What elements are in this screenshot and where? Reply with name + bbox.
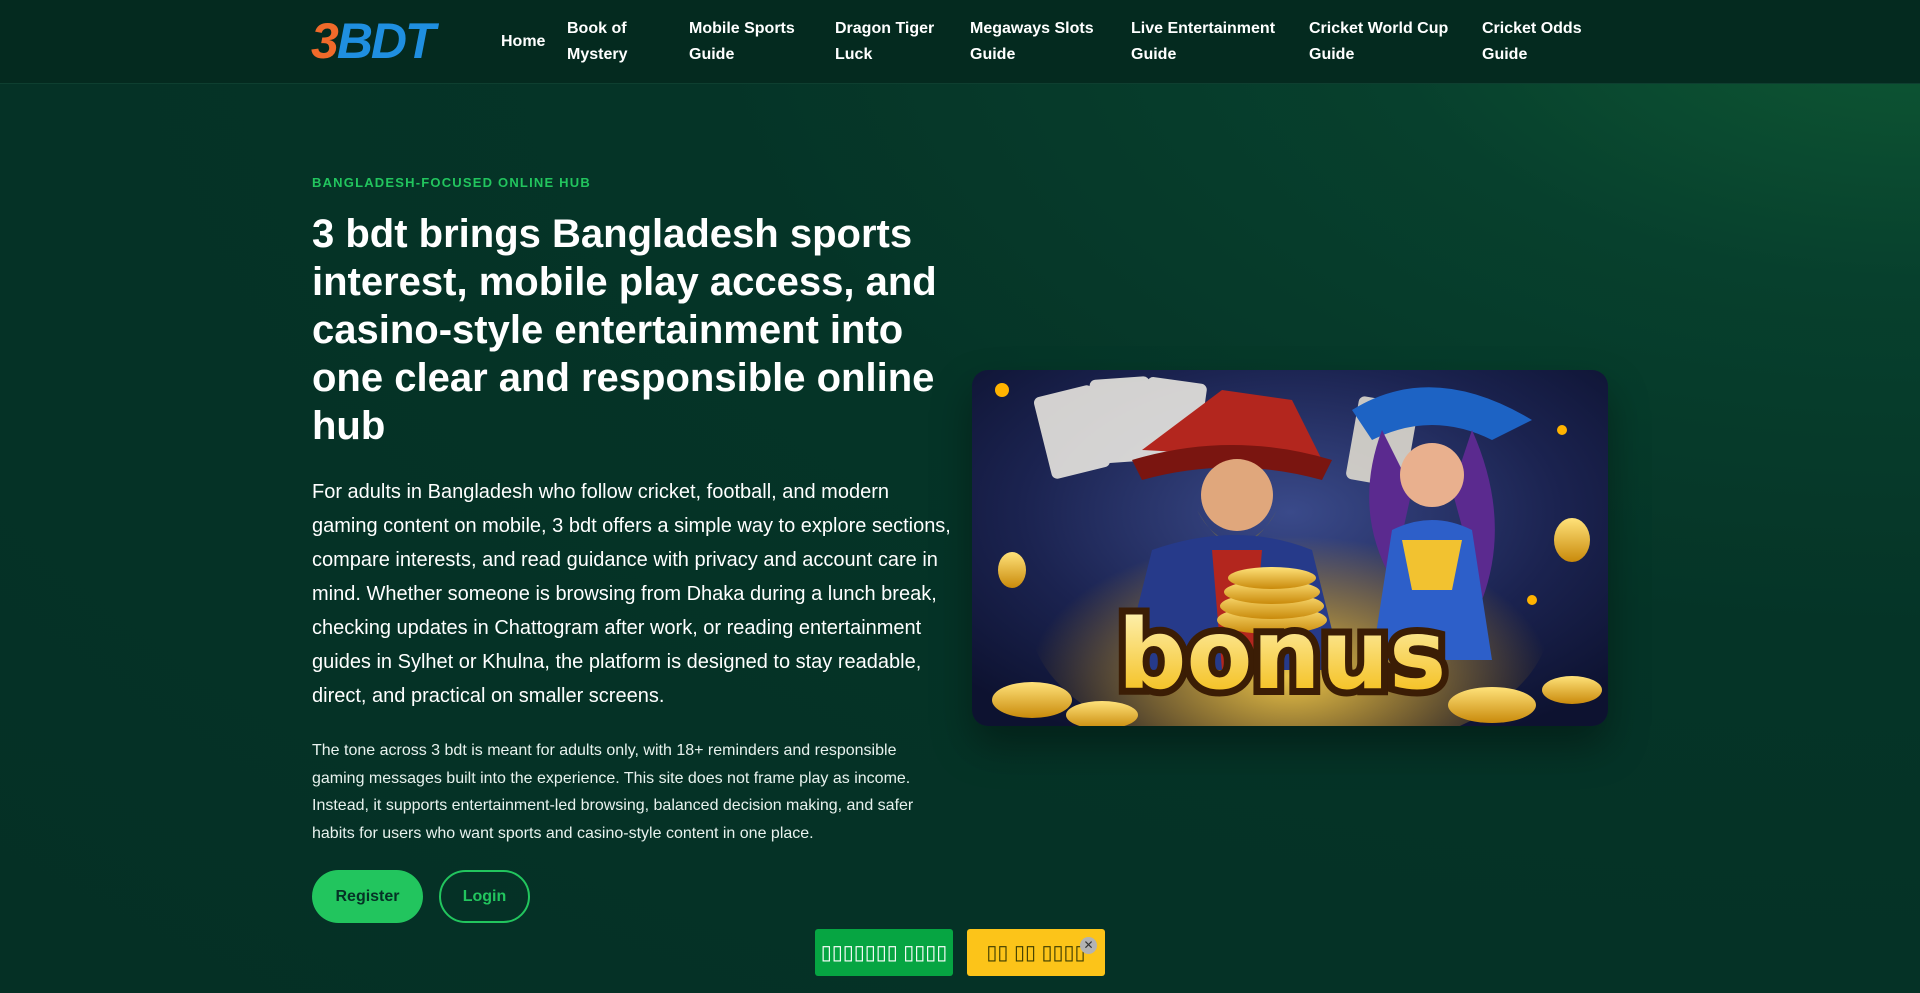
- nav-item-live-entertainment-guide[interactable]: Live Entertainment Guide: [1131, 16, 1281, 68]
- bonus-text: bonus: [1118, 599, 1447, 711]
- floating-action-button-left[interactable]: ▯▯▯▯▯▯▯ ▯▯▯▯: [815, 929, 953, 976]
- register-button[interactable]: Register: [312, 870, 423, 923]
- hero-title: 3 bdt brings Bangladesh sports interest,…: [312, 212, 937, 448]
- nav-item-dragon-tiger-luck[interactable]: Dragon Tiger Luck: [835, 16, 940, 68]
- logo-wordmark: 3BDT: [311, 13, 436, 69]
- hero-bonus-image: bonus bonus: [972, 370, 1608, 726]
- nav-item-cricket-world-cup-guide[interactable]: Cricket World Cup Guide: [1309, 16, 1454, 68]
- nav-item-mobile-sports-guide[interactable]: Mobile Sports Guide: [689, 16, 799, 68]
- nav-item-megaways-slots-guide[interactable]: Megaways Slots Guide: [970, 16, 1100, 68]
- nav-item-book-of-mystery[interactable]: Book of Mystery: [567, 16, 657, 68]
- hero-responsible-gaming-paragraph: The tone across 3 bdt is meant for adult…: [312, 742, 914, 842]
- nav-item-cricket-odds-guide[interactable]: Cricket Odds Guide: [1482, 16, 1587, 68]
- nav-item-home[interactable]: Home: [501, 29, 545, 55]
- hero-lead-paragraph: For adults in Bangladesh who follow cric…: [312, 481, 951, 707]
- hero-eyebrow: BANGLADESH-FOCUSED ONLINE HUB: [312, 175, 591, 190]
- close-icon[interactable]: ✕: [1080, 937, 1097, 954]
- login-button[interactable]: Login: [439, 870, 530, 923]
- top-navigation-bar: 3BDT Home Book of Mystery Mobile Sports …: [0, 0, 1920, 84]
- site-logo[interactable]: 3BDT: [311, 13, 477, 69]
